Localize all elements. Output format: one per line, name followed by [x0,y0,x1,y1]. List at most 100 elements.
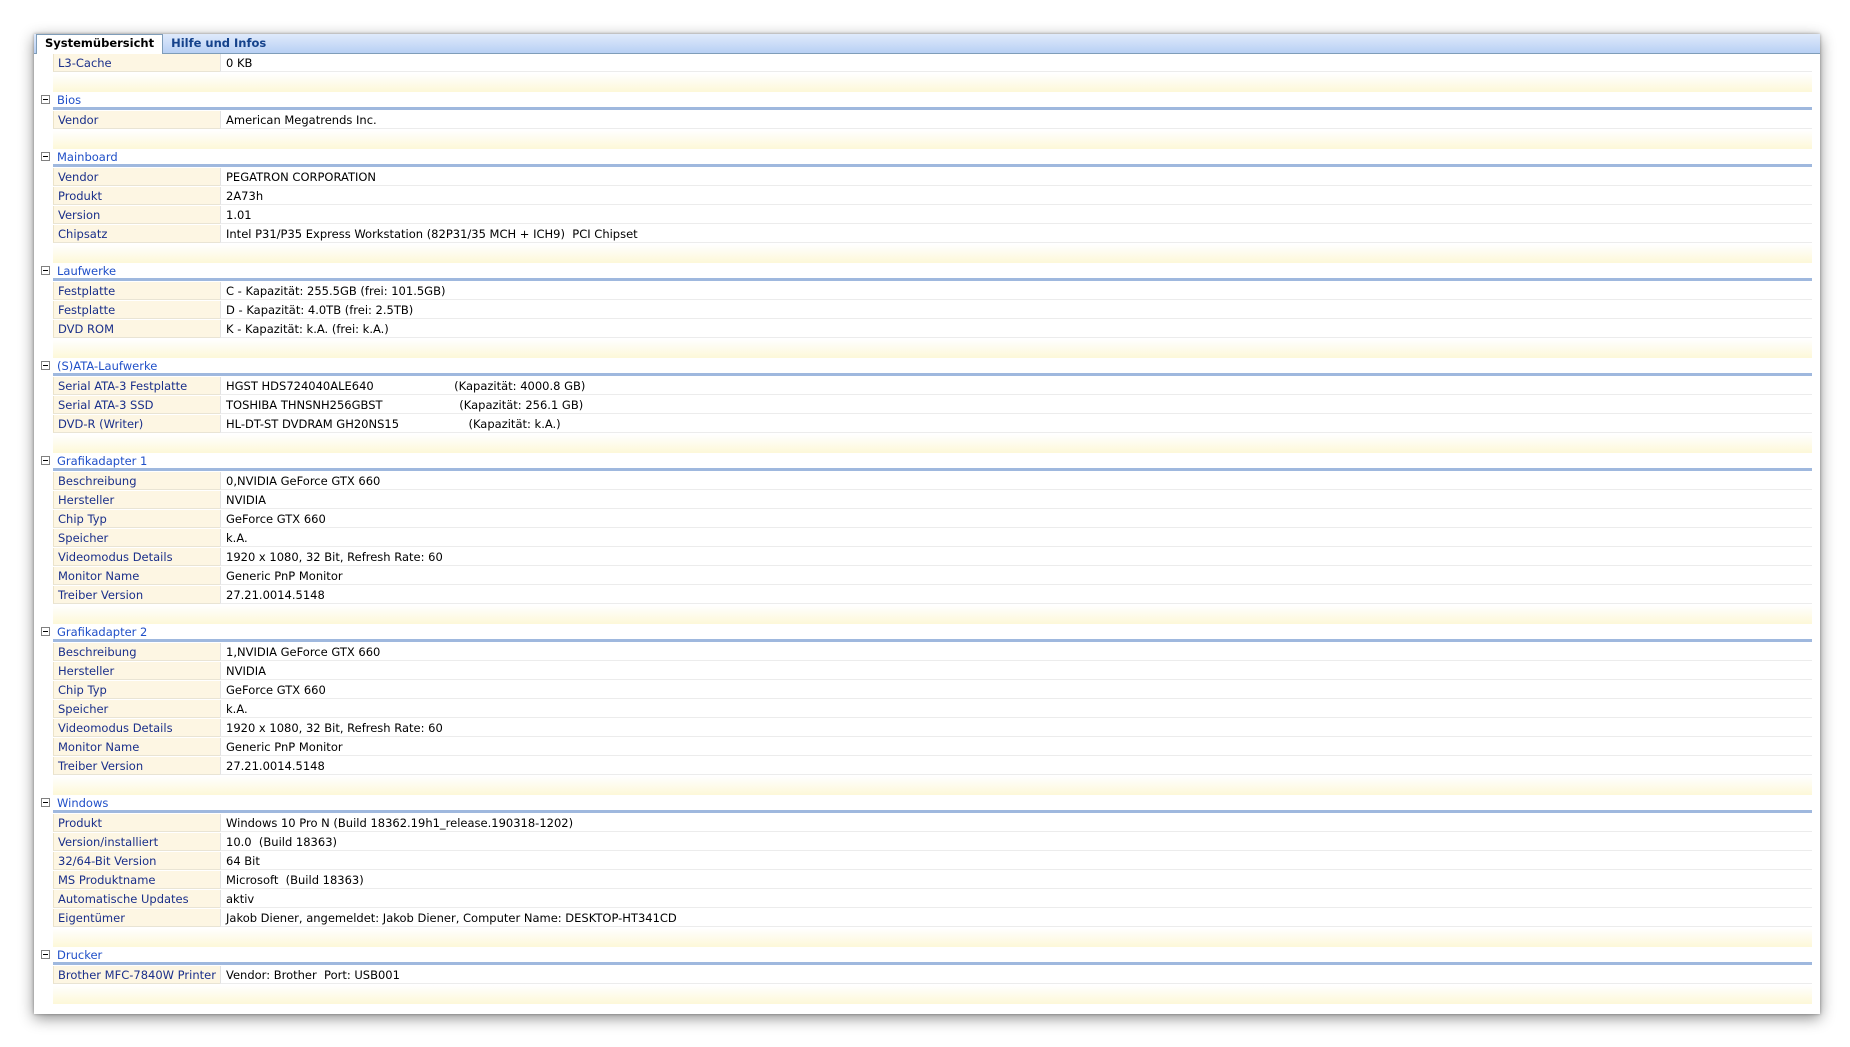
collapse-icon[interactable] [41,361,50,370]
property-row[interactable]: Vendor PEGATRON CORPORATION [34,168,1812,187]
section-header[interactable]: Grafikadapter 1 [34,453,1812,472]
collapse-icon[interactable] [41,95,50,104]
spacer-fill [53,339,1812,358]
property-row[interactable]: Produkt Windows 10 Pro N (Build 18362.19h… [34,814,1812,833]
property-row[interactable]: Treiber Version 27.21.0014.5148 [34,586,1812,605]
section-spacer [34,928,1812,947]
property-value: D - Kapazität: 4.0TB (frei: 2.5TB) [220,301,1812,319]
property-row[interactable]: Brother MFC-7840W Printer Vendor: Brother… [34,966,1812,985]
property-row[interactable]: L3-Cache 0 KB [34,54,1812,73]
property-row[interactable]: Serial ATA-3 SSD TOSHIBA THNSNH256GBST (K… [34,396,1812,415]
property-key: Hersteller [53,491,220,509]
section-header[interactable]: Grafikadapter 2 [34,624,1812,643]
property-key: MS Produktname [53,871,220,889]
property-key: 32/64-Bit Version [53,852,220,870]
section-title: (S)ATA-Laufwerke [53,358,1812,376]
property-row[interactable]: MS Produktname Microsoft (Build 18363) [34,871,1812,890]
property-value: 0,NVIDIA GeForce GTX 660 [220,472,1812,490]
property-key: Hersteller [53,662,220,680]
property-key: Monitor Name [53,738,220,756]
section-header[interactable]: Laufwerke [34,263,1812,282]
spacer-fill [53,73,1812,92]
row-gutter [34,738,53,757]
property-value: HGST HDS724040ALE640 (Kapazität: 4000.8 … [220,377,1812,395]
row-gutter [34,757,53,776]
tab-hilfe-und-infos[interactable]: Hilfe und Infos [163,35,274,53]
property-key: Produkt [53,814,220,832]
section-spacer [34,339,1812,358]
property-grid[interactable]: L3-Cache 0 KB Bios Vendor American Megatrend… [34,54,1820,1014]
property-row[interactable]: Speicher k.A. [34,700,1812,719]
property-row[interactable]: Beschreibung 1,NVIDIA GeForce GTX 660 [34,643,1812,662]
section-header[interactable]: Mainboard [34,149,1812,168]
collapse-icon[interactable] [41,152,50,161]
property-key: Serial ATA-3 Festplatte [53,377,220,395]
property-row[interactable]: Treiber Version 27.21.0014.5148 [34,757,1812,776]
section-header[interactable]: Drucker [34,947,1812,966]
property-value: Vendor: Brother Port: USB001 [220,966,1812,984]
property-value: k.A. [220,529,1812,547]
section-header[interactable]: (S)ATA-Laufwerke [34,358,1812,377]
vertical-scrollbar[interactable] [1812,54,1820,1014]
row-gutter [34,111,53,130]
property-value: 2A73h [220,187,1812,205]
property-key: Beschreibung [53,472,220,490]
row-gutter [34,320,53,339]
section-spacer [34,244,1812,263]
section-header[interactable]: Windows [34,795,1812,814]
property-row[interactable]: Chip Typ GeForce GTX 660 [34,510,1812,529]
property-row[interactable]: Produkt 2A73h [34,187,1812,206]
row-gutter [34,700,53,719]
property-value: NVIDIA [220,491,1812,509]
row-gutter [34,548,53,567]
collapse-icon[interactable] [41,456,50,465]
section-title: Bios [53,92,1812,110]
property-row[interactable]: Festplatte C - Kapazität: 255.5GB (frei: … [34,282,1812,301]
property-row[interactable]: Speicher k.A. [34,529,1812,548]
property-key: Brother MFC-7840W Printer [53,966,220,984]
section-header[interactable]: Bios [34,92,1812,111]
row-gutter [34,472,53,491]
collapse-icon[interactable] [41,798,50,807]
property-row[interactable]: Hersteller NVIDIA [34,491,1812,510]
property-row[interactable]: Version 1.01 [34,206,1812,225]
property-value: 10.0 (Build 18363) [220,833,1812,851]
property-value: Jakob Diener, angemeldet: Jakob Diener, … [220,909,1812,927]
property-row[interactable]: Eigentümer Jakob Diener, angemeldet: Jako… [34,909,1812,928]
property-value: 64 Bit [220,852,1812,870]
property-row[interactable]: Version/installiert 10.0 (Build 18363) [34,833,1812,852]
property-row[interactable]: Vendor American Megatrends Inc. [34,111,1812,130]
property-value: Generic PnP Monitor [220,567,1812,585]
row-gutter [34,719,53,738]
property-row[interactable]: Monitor Name Generic PnP Monitor [34,567,1812,586]
property-row[interactable]: Hersteller NVIDIA [34,662,1812,681]
row-gutter [34,168,53,187]
property-row[interactable]: Serial ATA-3 Festplatte HGST HDS724040ALE… [34,377,1812,396]
property-row[interactable]: Automatische Updates aktiv [34,890,1812,909]
property-key: Vendor [53,168,220,186]
collapse-icon[interactable] [41,266,50,275]
property-value: TOSHIBA THNSNH256GBST (Kapazität: 256.1 … [220,396,1812,414]
collapse-icon[interactable] [41,950,50,959]
property-value: NVIDIA [220,662,1812,680]
collapse-icon[interactable] [41,627,50,636]
row-gutter [34,567,53,586]
property-row[interactable]: Chip Typ GeForce GTX 660 [34,681,1812,700]
tab-systemuebersicht[interactable]: Systemübersicht [36,34,164,54]
property-row[interactable]: Monitor Name Generic PnP Monitor [34,738,1812,757]
property-value: GeForce GTX 660 [220,510,1812,528]
row-gutter [34,776,53,795]
property-row[interactable]: Festplatte D - Kapazität: 4.0TB (frei: 2.… [34,301,1812,320]
row-gutter [34,491,53,510]
property-row[interactable]: Beschreibung 0,NVIDIA GeForce GTX 660 [34,472,1812,491]
property-value: Microsoft (Build 18363) [220,871,1812,889]
property-row[interactable]: Chipsatz Intel P31/P35 Express Workstatio… [34,225,1812,244]
row-gutter [34,852,53,871]
property-row[interactable]: DVD ROM K - Kapazität: k.A. (frei: k.A.) [34,320,1812,339]
property-row[interactable]: DVD-R (Writer) HL-DT-ST DVDRAM GH20NS15 (… [34,415,1812,434]
property-row[interactable]: Videomodus Details 1920 x 1080, 32 Bit, R… [34,719,1812,738]
property-row[interactable]: 32/64-Bit Version 64 Bit [34,852,1812,871]
property-value: aktiv [220,890,1812,908]
property-key: Treiber Version [53,757,220,775]
property-row[interactable]: Videomodus Details 1920 x 1080, 32 Bit, R… [34,548,1812,567]
